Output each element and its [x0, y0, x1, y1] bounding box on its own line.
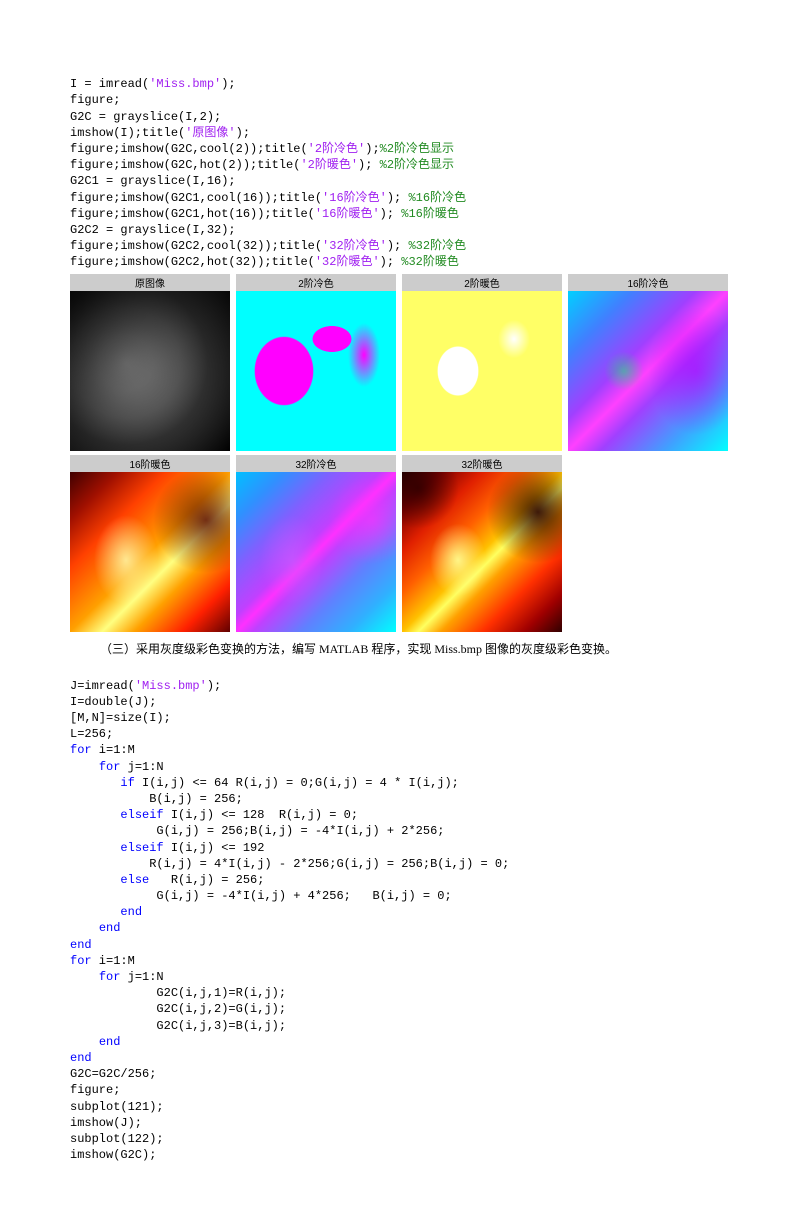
image-row-1: 原图像 2阶冷色 2阶暖色 16阶冷色: [70, 274, 730, 451]
figure-original: 原图像: [70, 274, 230, 451]
figure-32hot: 32阶暖色: [402, 455, 562, 632]
figure-2cool: 2阶冷色: [236, 274, 396, 451]
figure-title: 2阶冷色: [236, 274, 396, 291]
image-row-2: 16阶暖色 32阶冷色 32阶暖色: [70, 455, 730, 632]
figure-title: 2阶暖色: [402, 274, 562, 291]
figure-title: 32阶暖色: [402, 455, 562, 472]
section-caption: （三）采用灰度级彩色变换的方法，编写 MATLAB 程序，实现 Miss.bmp…: [100, 640, 730, 657]
figure-image: [568, 291, 728, 451]
figure-image: [236, 472, 396, 632]
figure-32cool: 32阶冷色: [236, 455, 396, 632]
figure-16cool: 16阶冷色: [568, 274, 728, 451]
code-block-1: I = imread('Miss.bmp'); figure; G2C = gr…: [70, 60, 730, 270]
figure-16hot: 16阶暖色: [70, 455, 230, 632]
figure-2hot: 2阶暖色: [402, 274, 562, 451]
figure-image: [70, 291, 230, 451]
code-block-2: J=imread('Miss.bmp'); I=double(J); [M,N]…: [70, 661, 730, 1163]
figure-title: 16阶暖色: [70, 455, 230, 472]
figure-image: [402, 472, 562, 632]
figure-image: [236, 291, 396, 451]
figure-image: [70, 472, 230, 632]
figure-title: 原图像: [70, 274, 230, 291]
figure-title: 32阶冷色: [236, 455, 396, 472]
figure-image: [402, 291, 562, 451]
figure-title: 16阶冷色: [568, 274, 728, 291]
